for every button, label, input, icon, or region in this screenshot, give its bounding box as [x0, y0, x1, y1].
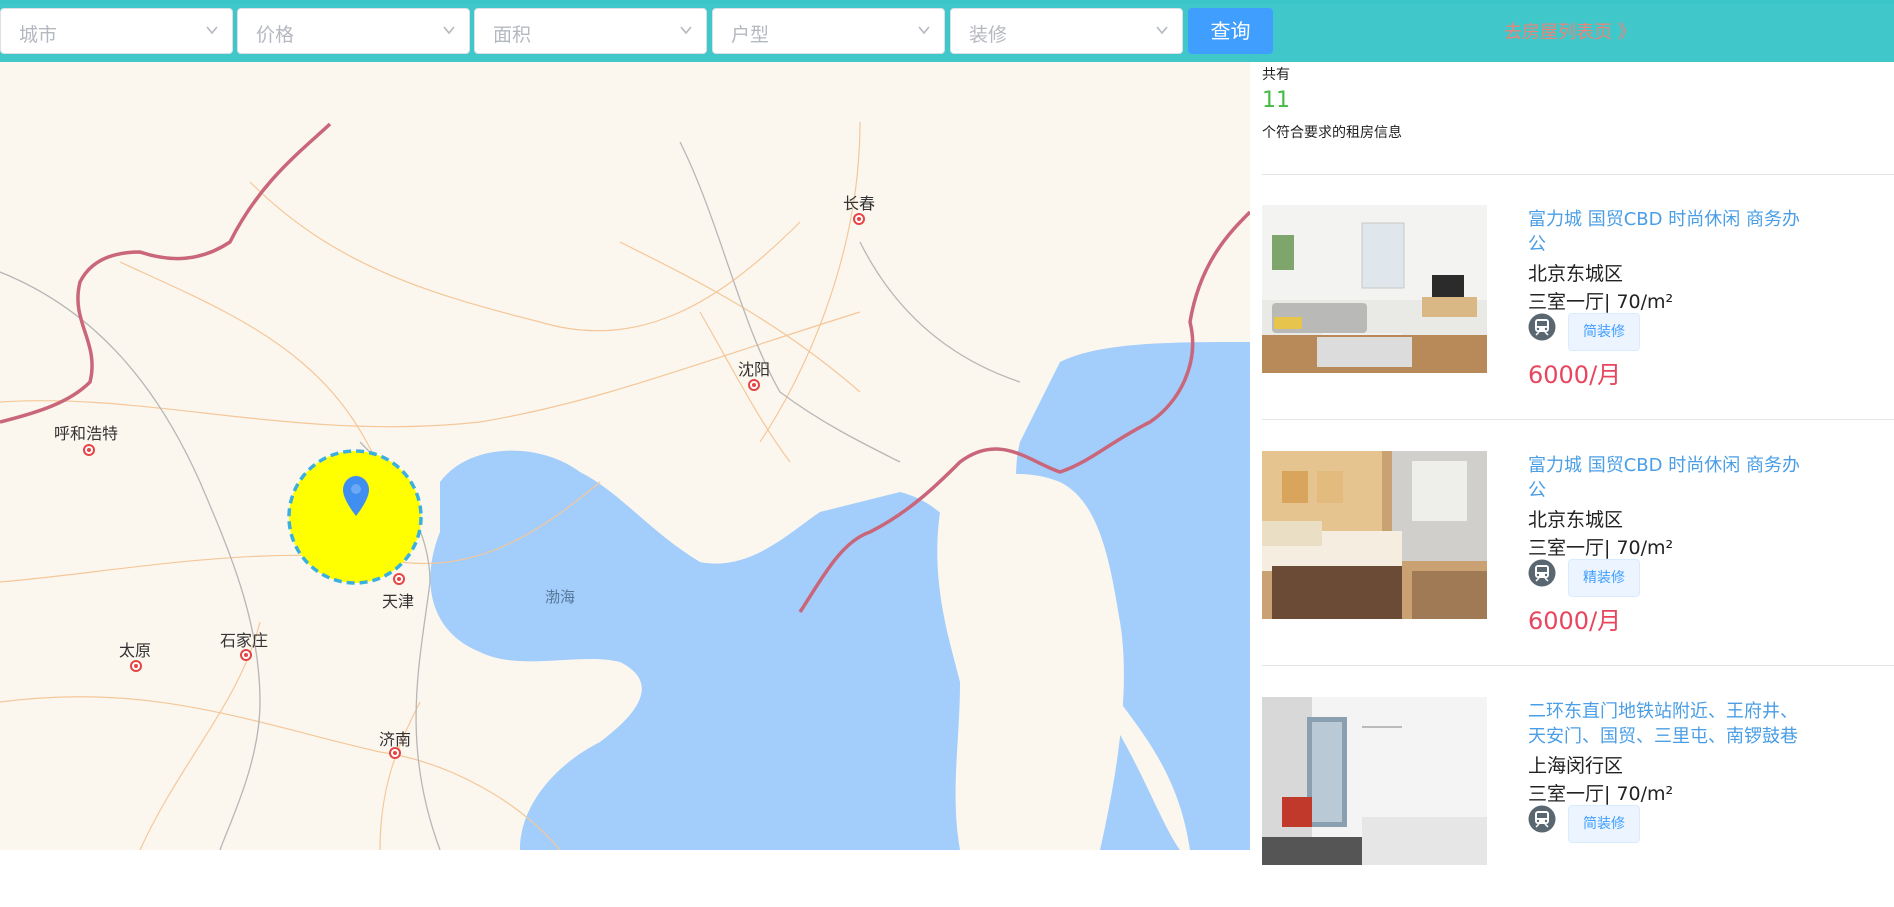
- city-label-changchun: 长春: [843, 194, 876, 213]
- divider: [1262, 174, 1894, 175]
- result-count: 11: [1262, 88, 1290, 113]
- listing-title[interactable]: 二环东直门地铁站附近、王府井、天安门、国贸、三里屯、南锣鼓巷: [1528, 699, 1808, 749]
- chevron-down-icon: [918, 26, 930, 35]
- listing-specs: 三室一厅| 70/m²: [1528, 537, 1674, 559]
- listing-specs: 三室一厅| 70/m²: [1528, 783, 1674, 805]
- house-list-link[interactable]: 去房屋列表页 》: [1504, 18, 1636, 44]
- results-panel: 共有 11 个符合要求的租房信息 富力城 国贸CBD 时尚休闲 商务办公 北京东…: [1250, 62, 1894, 865]
- layout-select-placeholder: 户型: [731, 24, 770, 46]
- chevron-down-icon: [443, 26, 455, 35]
- metro-icon: [1528, 313, 1556, 341]
- decoration-tag: 简装修: [1568, 313, 1640, 351]
- chevron-down-icon: [206, 26, 218, 35]
- query-button[interactable]: 查询: [1188, 8, 1273, 54]
- price-select[interactable]: 价格: [237, 8, 470, 54]
- map-view[interactable]: 长春 沈阳 呼和浩特 天津 太原 石家庄 济南 渤海: [0, 62, 1250, 850]
- listing-price: 6000/月: [1528, 361, 1622, 389]
- summary-prefix: 共有: [1262, 67, 1290, 83]
- listing-photo[interactable]: [1262, 697, 1487, 865]
- divider: [1262, 419, 1894, 420]
- listing-district: 北京东城区: [1528, 263, 1624, 285]
- listing-card[interactable]: 二环东直门地铁站附近、王府井、天安门、国贸、三里屯、南锣鼓巷 上海闵行区 三室一…: [1262, 697, 1882, 907]
- layout-select[interactable]: 户型: [712, 8, 945, 54]
- map-pin-icon[interactable]: [343, 476, 369, 516]
- city-label-jinan: 济南: [379, 730, 412, 749]
- search-radius-circle: [287, 449, 423, 585]
- city-select-placeholder: 城市: [19, 24, 58, 46]
- divider: [1262, 665, 1894, 666]
- price-select-placeholder: 价格: [256, 24, 295, 46]
- listing-title[interactable]: 富力城 国贸CBD 时尚休闲 商务办公: [1528, 207, 1808, 257]
- area-select[interactable]: 面积: [474, 8, 707, 54]
- sea-label-bohai: 渤海: [545, 588, 576, 606]
- listing-photo[interactable]: [1262, 205, 1487, 373]
- city-label-hohhot: 呼和浩特: [54, 424, 119, 443]
- listing-title[interactable]: 富力城 国贸CBD 时尚休闲 商务办公: [1528, 453, 1808, 503]
- listing-price: 6000/月: [1528, 607, 1622, 635]
- map-canvas: [0, 121, 1250, 850]
- decoration-select[interactable]: 装修: [950, 8, 1183, 54]
- decoration-select-placeholder: 装修: [969, 24, 1008, 46]
- chevron-down-icon: [1156, 26, 1168, 35]
- metro-icon: [1528, 559, 1556, 587]
- filter-bar: 城市 价格 面积 户型 装修 查询 去房屋列表页 》: [0, 0, 1894, 62]
- city-label-taiyuan: 太原: [119, 641, 152, 660]
- metro-icon: [1528, 805, 1556, 833]
- city-label-shijiazhuang: 石家庄: [220, 631, 269, 650]
- listing-district: 北京东城区: [1528, 509, 1624, 531]
- city-label-shenyang: 沈阳: [738, 360, 771, 379]
- listing-card[interactable]: 富力城 国贸CBD 时尚休闲 商务办公 北京东城区 三室一厅| 70/m² 简装…: [1262, 205, 1882, 415]
- chevron-down-icon: [680, 26, 692, 35]
- area-select-placeholder: 面积: [493, 24, 532, 46]
- decoration-tag: 简装修: [1568, 805, 1640, 843]
- listing-photo[interactable]: [1262, 451, 1487, 619]
- decoration-tag: 精装修: [1568, 559, 1640, 597]
- city-label-tianjin: 天津: [382, 592, 415, 611]
- listing-specs: 三室一厅| 70/m²: [1528, 291, 1674, 313]
- listing-district: 上海闵行区: [1528, 755, 1624, 777]
- summary-suffix: 个符合要求的租房信息: [1262, 125, 1402, 141]
- listing-card[interactable]: 富力城 国贸CBD 时尚休闲 商务办公 北京东城区 三室一厅| 70/m² 精装…: [1262, 451, 1882, 661]
- city-select[interactable]: 城市: [0, 8, 233, 54]
